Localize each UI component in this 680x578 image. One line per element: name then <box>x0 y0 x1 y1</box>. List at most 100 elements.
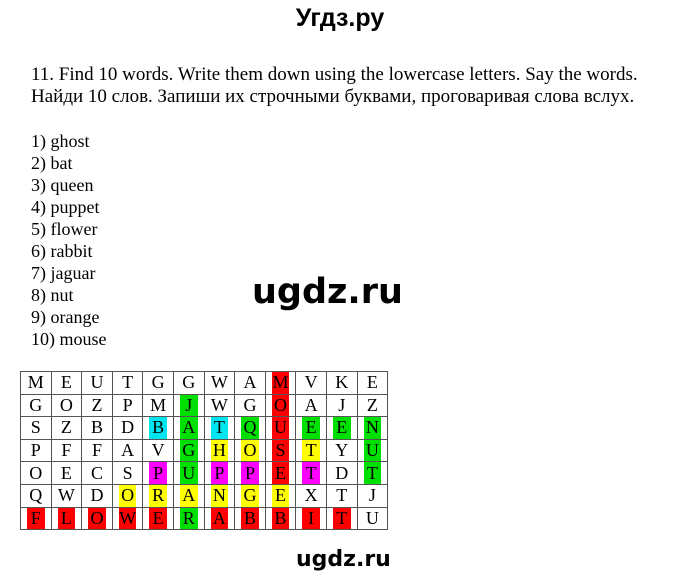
grid-letter: K <box>335 372 349 393</box>
grid-cell: E <box>264 483 297 508</box>
grid-letter: L <box>60 507 72 528</box>
grid-cell: J <box>356 483 389 508</box>
grid-letter: A <box>182 485 196 506</box>
grid-cell: Z <box>50 416 83 440</box>
grid-cell: E <box>50 461 83 485</box>
grid-cell: X <box>295 483 327 508</box>
grid-row: MEUTGGWAMVKE <box>20 371 389 395</box>
grid-cell: O <box>234 438 266 463</box>
grid-letter: D <box>90 485 104 506</box>
grid-cell: N <box>356 416 389 440</box>
grid-letter: P <box>214 462 225 483</box>
grid-cell: W <box>203 371 236 395</box>
grid-letter: S <box>30 417 41 438</box>
grid-letter: F <box>61 440 72 461</box>
grid-cell: G <box>172 371 205 395</box>
grid-cell: N <box>203 483 236 508</box>
grid-letter: C <box>90 462 103 483</box>
grid-letter: D <box>121 417 135 438</box>
task-text-russian: Найди 10 слов. Запиши их строчными буква… <box>31 86 635 107</box>
grid-row: GOZPMJWGOAJZ <box>20 393 389 418</box>
grid-letter: O <box>274 394 288 415</box>
grid-cell: G <box>172 438 205 463</box>
grid-letter: G <box>243 485 257 506</box>
grid-letter: E <box>275 462 287 483</box>
grid-cell: E <box>325 416 358 440</box>
grid-cell: U <box>172 461 205 485</box>
grid-letter: T <box>305 440 317 461</box>
grid-letter: G <box>151 372 165 393</box>
grid-letter: S <box>122 462 133 483</box>
answer-item: 2) bat <box>31 153 73 173</box>
grid-letter: Y <box>335 440 349 461</box>
grid-letter: T <box>366 462 378 483</box>
grid-letter: G <box>243 394 257 415</box>
grid-cell: Z <box>356 393 389 418</box>
grid-cell: T <box>203 416 236 440</box>
grid-letter: O <box>29 462 43 483</box>
grid-letter: U <box>182 462 196 483</box>
grid-cell: D <box>325 461 358 485</box>
grid-letter: P <box>30 440 41 461</box>
grid-letter: A <box>243 372 257 393</box>
grid-cell: Q <box>20 483 52 508</box>
grid-letter: O <box>90 507 104 528</box>
grid-letter: U <box>365 440 379 461</box>
grid-cell: H <box>203 438 236 463</box>
grid-letter: W <box>210 372 228 393</box>
grid-cell: A <box>295 393 327 418</box>
grid-cell: E <box>142 506 174 531</box>
grid-cell: T <box>325 483 358 508</box>
grid-row: OECSPUPPETDT <box>20 461 389 485</box>
grid-cell: M <box>264 371 297 395</box>
watermark-bottom: ugdz.ru <box>296 547 391 572</box>
grid-letter: Z <box>60 417 72 438</box>
grid-letter: D <box>335 462 349 483</box>
answer-item: 9) orange <box>31 307 100 327</box>
grid-letter: B <box>90 417 103 438</box>
grid-cell: G <box>234 393 266 418</box>
task-instructions: 11. Find 10 words. Write them down using… <box>31 64 638 108</box>
grid-letter: X <box>304 485 318 506</box>
grid-letter: E <box>60 462 72 483</box>
grid-letter: T <box>305 462 317 483</box>
grid-letter: H <box>212 440 226 461</box>
grid-row: QWDORANGEXTJ <box>20 483 389 508</box>
grid-letter: E <box>275 485 287 506</box>
grid-cell: U <box>356 506 389 531</box>
grid-cell: B <box>142 416 174 440</box>
grid-cell: T <box>295 461 327 485</box>
grid-letter: E <box>60 372 72 393</box>
grid-letter: J <box>368 485 376 506</box>
grid-cell: M <box>20 371 52 395</box>
grid-letter: P <box>244 462 255 483</box>
grid-cell: B <box>264 506 297 531</box>
grid-letter: O <box>243 440 257 461</box>
grid-letter: E <box>305 417 317 438</box>
grid-letter: U <box>274 417 288 438</box>
grid-letter: Q <box>29 485 43 506</box>
grid-letter: A <box>121 440 135 461</box>
grid-letter: E <box>366 372 378 393</box>
grid-letter: F <box>91 440 102 461</box>
grid-cell: U <box>81 371 113 395</box>
grid-cell: Q <box>234 416 266 440</box>
grid-letter: B <box>274 507 287 528</box>
grid-letter: G <box>29 394 43 415</box>
grid-cell: F <box>20 506 52 531</box>
grid-cell: I <box>295 506 327 531</box>
grid-cell: R <box>172 506 205 531</box>
grid-letter: N <box>365 417 379 438</box>
grid-letter: A <box>182 417 196 438</box>
grid-cell: J <box>172 393 205 418</box>
grid-letter: N <box>212 485 226 506</box>
grid-letter: M <box>272 372 289 393</box>
grid-letter: U <box>365 507 379 528</box>
grid-cell: P <box>111 393 144 418</box>
grid-letter: Z <box>91 394 103 415</box>
grid-cell: V <box>295 371 327 395</box>
grid-letter: B <box>243 507 256 528</box>
grid-letter: P <box>153 462 164 483</box>
grid-letter: T <box>336 507 348 528</box>
answer-list: 1) ghost 2) bat 3) queen 4) puppet 5) fl… <box>31 130 107 350</box>
